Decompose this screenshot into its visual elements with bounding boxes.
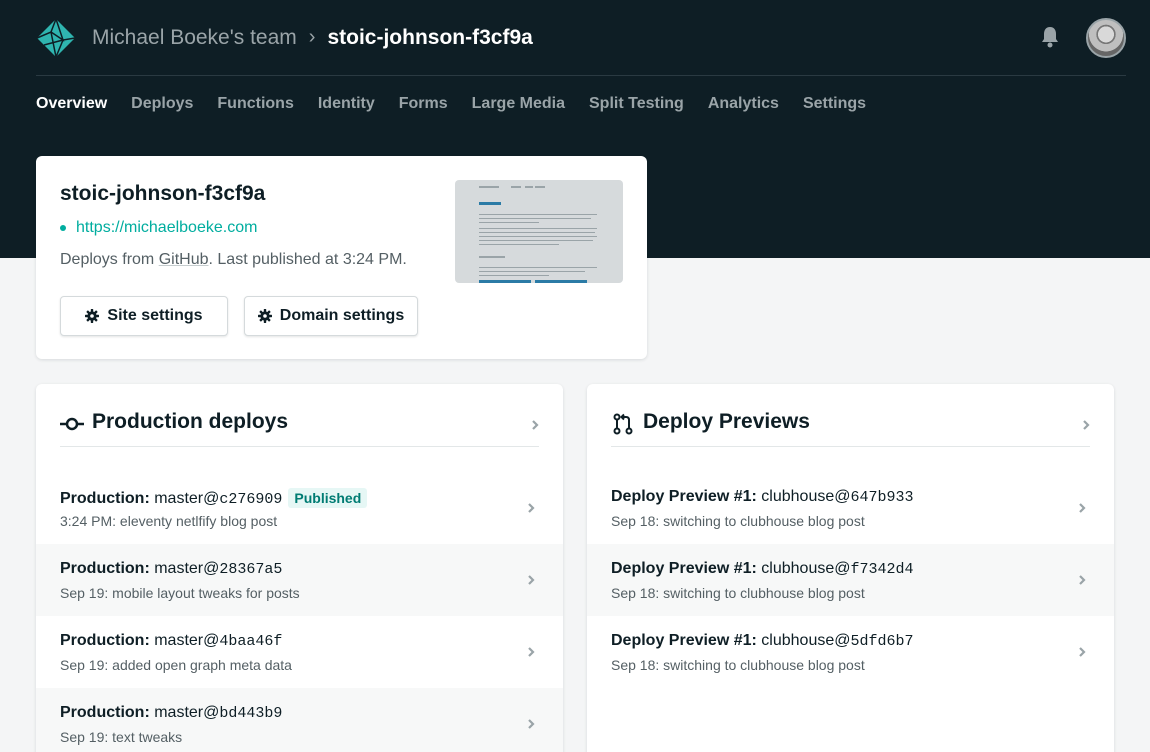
chevron-right-icon bbox=[1079, 647, 1086, 657]
production-deploys-header[interactable]: Production deploys bbox=[60, 410, 539, 447]
preview-row-subtitle: Sep 18: switching to clubhouse blog post bbox=[611, 585, 865, 601]
deploy-branch: master@ bbox=[154, 490, 220, 507]
deploy-previews-panel: Deploy Previews Deploy Preview #1: clubh… bbox=[587, 384, 1114, 752]
nav-overview[interactable]: Overview bbox=[36, 93, 107, 115]
production-deploys-title: Production deploys bbox=[92, 410, 289, 433]
deploy-previews-title: Deploy Previews bbox=[643, 410, 810, 433]
preview-context: Deploy Preview #1: bbox=[611, 560, 757, 577]
nav-functions[interactable]: Functions bbox=[217, 93, 293, 115]
avatar[interactable] bbox=[1086, 18, 1126, 58]
deploy-previews-header[interactable]: Deploy Previews bbox=[611, 410, 1090, 447]
deploy-hash: 28367a5 bbox=[219, 561, 283, 578]
preview-context: Deploy Preview #1: bbox=[611, 632, 757, 649]
deploy-row[interactable]: Production: master@28367a5 Sep 19: mobil… bbox=[36, 544, 563, 616]
preview-row[interactable]: Deploy Preview #1: clubhouse@f7342d4 Sep… bbox=[587, 544, 1114, 616]
nav-large-media[interactable]: Large Media bbox=[472, 93, 565, 115]
preview-row-title: Deploy Preview #1: clubhouse@647b933 bbox=[611, 488, 914, 506]
site-screenshot-thumbnail[interactable] bbox=[455, 180, 623, 283]
deploy-row-title: Production: master@bd443b9 bbox=[60, 704, 282, 722]
preview-branch: clubhouse@ bbox=[761, 632, 851, 649]
preview-branch: clubhouse@ bbox=[761, 488, 851, 505]
deploy-source-suffix: . Last published at 3:24 PM. bbox=[208, 251, 407, 268]
deploy-row-subtitle: Sep 19: added open graph meta data bbox=[60, 657, 292, 673]
site-settings-button[interactable]: Site settings bbox=[60, 296, 228, 336]
site-url-link[interactable]: https://michaelboeke.com bbox=[76, 219, 257, 237]
deploy-context: Production: bbox=[60, 704, 150, 721]
chevron-right-icon bbox=[532, 420, 539, 430]
domain-settings-label: Domain settings bbox=[279, 307, 405, 324]
preview-row-title: Deploy Preview #1: clubhouse@5dfd6b7 bbox=[611, 632, 914, 650]
deploy-row-title: Production: master@28367a5 bbox=[60, 560, 282, 578]
site-nav: Overview Deploys Functions Identity Form… bbox=[36, 93, 890, 115]
production-deploys-panel: Production deploys Production: master@c2… bbox=[36, 384, 563, 752]
deploy-source-prefix: Deploys from bbox=[60, 251, 159, 268]
gear-icon bbox=[257, 309, 272, 323]
preview-row[interactable]: Deploy Preview #1: clubhouse@5dfd6b7 Sep… bbox=[587, 616, 1114, 688]
deploy-hash: c276909 bbox=[219, 491, 283, 508]
deploy-context: Production: bbox=[60, 560, 150, 577]
bell-icon[interactable] bbox=[1040, 26, 1060, 48]
preview-row-title: Deploy Preview #1: clubhouse@f7342d4 bbox=[611, 560, 914, 578]
chevron-right-icon bbox=[528, 575, 535, 585]
chevron-right-icon bbox=[528, 647, 535, 657]
deploy-branch: master@ bbox=[154, 632, 220, 649]
breadcrumb-separator: › bbox=[308, 26, 316, 48]
site-title: stoic-johnson-f3cf9a bbox=[60, 182, 266, 205]
preview-row-subtitle: Sep 18: switching to clubhouse blog post bbox=[611, 657, 865, 673]
preview-row[interactable]: Deploy Preview #1: clubhouse@647b933 Sep… bbox=[587, 472, 1114, 544]
nav-settings[interactable]: Settings bbox=[803, 93, 866, 115]
site-name-title[interactable]: stoic-johnson-f3cf9a bbox=[327, 26, 532, 50]
chevron-right-icon bbox=[1079, 503, 1086, 513]
preview-hash: 5dfd6b7 bbox=[850, 633, 914, 650]
deploy-row[interactable]: Production: master@4baa46f Sep 19: added… bbox=[36, 616, 563, 688]
gear-icon bbox=[85, 309, 100, 323]
status-dot-icon bbox=[60, 225, 66, 231]
top-header: Michael Boeke's team › stoic-johnson-f3c… bbox=[36, 0, 1126, 76]
deploy-row-title: Production: master@c276909 Published bbox=[60, 488, 368, 508]
status-badge: Published bbox=[288, 488, 368, 508]
preview-context: Deploy Preview #1: bbox=[611, 488, 757, 505]
site-url[interactable]: https://michaelboeke.com bbox=[60, 219, 257, 237]
deploy-hash: 4baa46f bbox=[219, 633, 283, 650]
nav-identity[interactable]: Identity bbox=[318, 93, 375, 115]
preview-branch: clubhouse@ bbox=[761, 560, 851, 577]
site-overview-card: stoic-johnson-f3cf9a https://michaelboek… bbox=[36, 156, 647, 359]
deploy-row-subtitle: 3:24 PM: eleventy netlfify blog post bbox=[60, 513, 278, 529]
chevron-right-icon bbox=[528, 719, 535, 729]
preview-row-subtitle: Sep 18: switching to clubhouse blog post bbox=[611, 513, 865, 529]
chevron-right-icon bbox=[1083, 420, 1090, 430]
deploy-branch: master@ bbox=[154, 560, 220, 577]
deploy-branch: master@ bbox=[154, 704, 220, 721]
preview-hash: f7342d4 bbox=[850, 561, 914, 578]
domain-settings-button[interactable]: Domain settings bbox=[244, 296, 418, 336]
deploy-row-subtitle: Sep 19: mobile layout tweaks for posts bbox=[60, 585, 300, 601]
pull-request-icon bbox=[613, 413, 633, 435]
deploy-source-text: Deploys from GitHub. Last published at 3… bbox=[60, 251, 407, 269]
deploy-row-title: Production: master@4baa46f bbox=[60, 632, 282, 650]
nav-forms[interactable]: Forms bbox=[399, 93, 448, 115]
site-settings-label: Site settings bbox=[107, 307, 203, 324]
team-link[interactable]: Michael Boeke's team bbox=[92, 26, 297, 50]
chevron-right-icon bbox=[528, 503, 535, 513]
github-link[interactable]: GitHub bbox=[159, 251, 209, 268]
deploy-row-subtitle: Sep 19: text tweaks bbox=[60, 729, 183, 745]
deploy-context: Production: bbox=[60, 632, 150, 649]
chevron-right-icon bbox=[1079, 575, 1086, 585]
preview-hash: 647b933 bbox=[850, 489, 914, 506]
nav-split-testing[interactable]: Split Testing bbox=[589, 93, 684, 115]
nav-deploys[interactable]: Deploys bbox=[131, 93, 193, 115]
deploy-row[interactable]: Production: master@c276909 Published 3:24… bbox=[36, 472, 563, 544]
deploy-row[interactable]: Production: master@bd443b9 Sep 19: text … bbox=[36, 688, 563, 752]
commit-icon bbox=[60, 417, 84, 431]
deploy-context: Production: bbox=[60, 490, 150, 507]
nav-analytics[interactable]: Analytics bbox=[708, 93, 779, 115]
deploy-hash: bd443b9 bbox=[219, 705, 283, 722]
netlify-logo-icon[interactable] bbox=[36, 17, 76, 58]
